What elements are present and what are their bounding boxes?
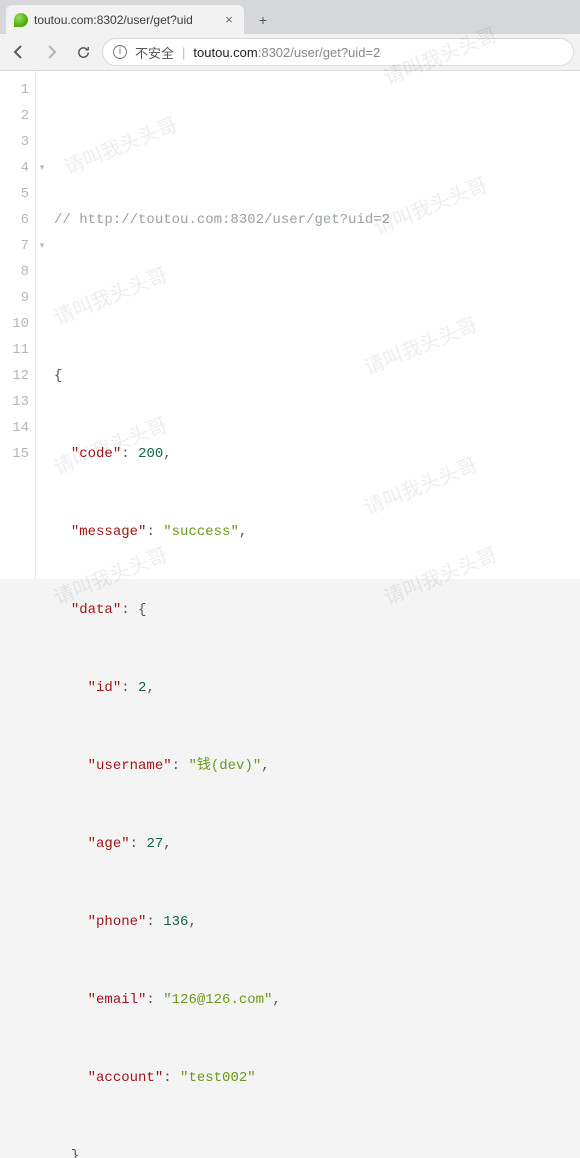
code-line: "data": { xyxy=(54,597,390,623)
code-line: // http://toutou.com:8302/user/get?uid=2 xyxy=(54,207,390,233)
tab-strip: toutou.com:8302/user/get?uid × + xyxy=(0,0,580,34)
code-line: "code": 200, xyxy=(54,441,390,467)
code-line xyxy=(54,129,390,155)
code-line: } xyxy=(54,1143,390,1158)
close-icon[interactable]: × xyxy=(222,12,236,27)
reload-icon xyxy=(76,45,91,60)
code-line xyxy=(54,285,390,311)
fold-toggle[interactable]: ▾ xyxy=(36,155,48,181)
code-line: "email": "126@126.com", xyxy=(54,987,390,1013)
json-viewer: 1 2 3 4 5 6 7 8 9 10 11 12 13 14 15 ▾ ▾ … xyxy=(0,71,580,579)
forward-button[interactable] xyxy=(38,39,64,65)
info-icon: i xyxy=(113,45,127,59)
address-bar[interactable]: i 不安全 | toutou.com:8302/user/get?uid=2 xyxy=(102,38,574,66)
arrow-left-icon xyxy=(11,44,27,60)
separator: | xyxy=(182,45,185,60)
code-line: "username": "钱(dev)", xyxy=(54,753,390,779)
line-gutter: 1 2 3 4 5 6 7 8 9 10 11 12 13 14 15 xyxy=(0,71,36,579)
back-button[interactable] xyxy=(6,39,32,65)
code-content[interactable]: // http://toutou.com:8302/user/get?uid=2… xyxy=(48,71,390,579)
code-line: "id": 2, xyxy=(54,675,390,701)
code-line: "age": 27, xyxy=(54,831,390,857)
url-text: toutou.com:8302/user/get?uid=2 xyxy=(193,45,380,60)
browser-tab[interactable]: toutou.com:8302/user/get?uid × xyxy=(6,5,244,34)
fold-toggle[interactable]: ▾ xyxy=(36,233,48,259)
arrow-right-icon xyxy=(43,44,59,60)
security-label: 不安全 xyxy=(135,43,174,62)
code-line: "message": "success", xyxy=(54,519,390,545)
code-line: "account": "test002" xyxy=(54,1065,390,1091)
fold-gutter: ▾ ▾ xyxy=(36,71,48,579)
browser-toolbar: i 不安全 | toutou.com:8302/user/get?uid=2 xyxy=(0,34,580,71)
tab-title: toutou.com:8302/user/get?uid xyxy=(34,13,216,27)
code-line: "phone": 136, xyxy=(54,909,390,935)
reload-button[interactable] xyxy=(70,39,96,65)
new-tab-button[interactable]: + xyxy=(250,9,276,31)
favicon-icon xyxy=(14,13,28,27)
code-line: { xyxy=(54,363,390,389)
